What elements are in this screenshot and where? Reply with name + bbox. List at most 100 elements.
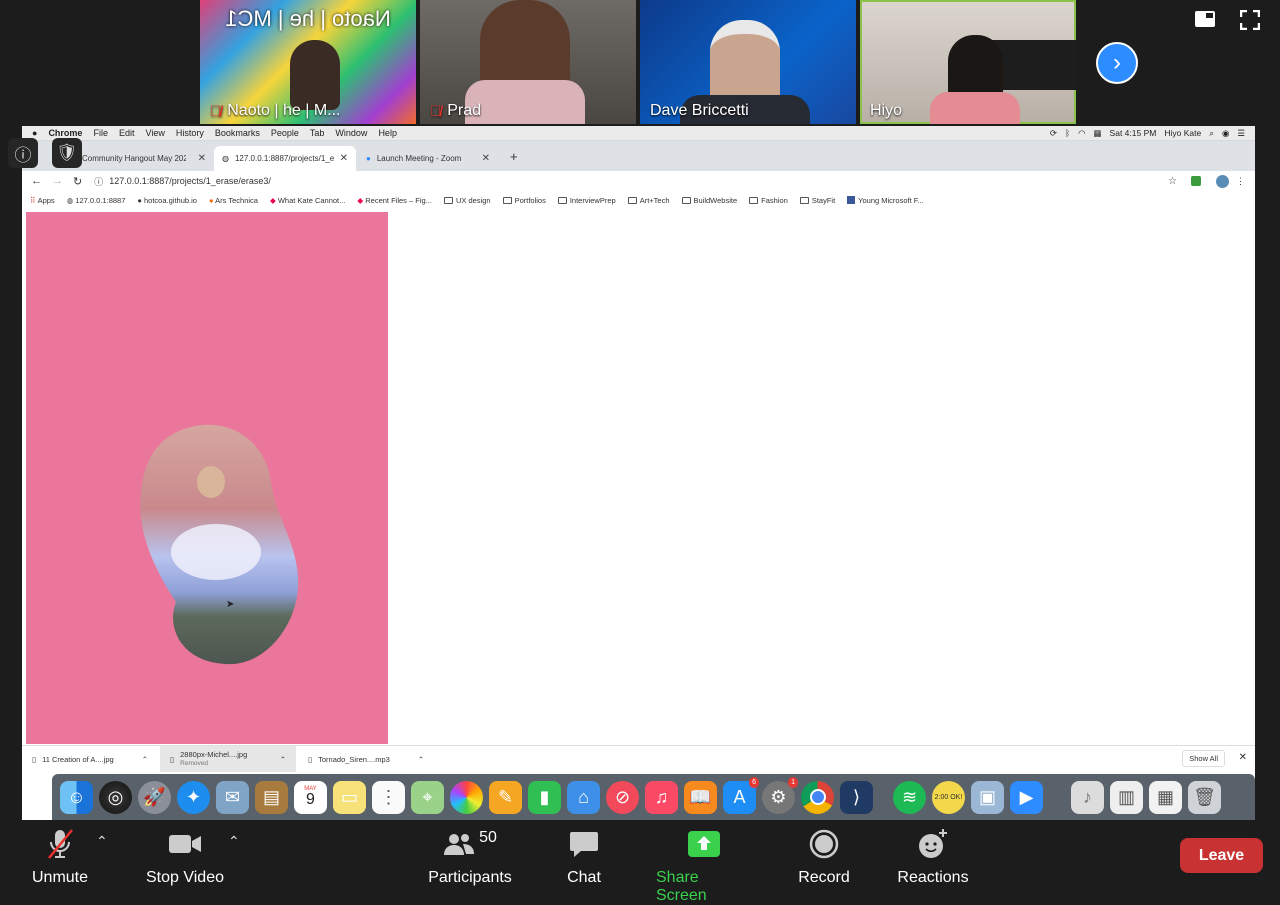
chevron-up-icon[interactable]: ⌃: [418, 755, 424, 764]
bluetooth-icon[interactable]: ᛒ: [1065, 128, 1070, 138]
bookmark-folder-arttech[interactable]: Art+Tech: [627, 196, 670, 205]
calendar-icon[interactable]: MAY 9: [294, 780, 327, 814]
gallery-view-icon[interactable]: [1194, 10, 1218, 32]
flag-icon[interactable]: ▦: [1094, 128, 1102, 139]
music-icon[interactable]: ♫: [645, 780, 678, 814]
menu-tab[interactable]: Tab: [310, 128, 325, 138]
notes-icon[interactable]: ▭: [333, 780, 366, 814]
kebab-menu-icon[interactable]: ⋮: [1236, 176, 1245, 187]
maps-icon[interactable]: ⌖: [411, 780, 444, 814]
participant-tile-prad[interactable]: 🎙̸ Prad: [420, 0, 636, 124]
notification-center-icon[interactable]: ☰: [1237, 128, 1245, 139]
screenshots-stack-icon[interactable]: ▦: [1149, 780, 1182, 814]
chevron-up-icon[interactable]: ⌃: [280, 755, 286, 764]
app-store-icon[interactable]: A6: [723, 776, 759, 814]
back-icon[interactable]: ←: [31, 175, 42, 187]
photos-icon[interactable]: [450, 780, 483, 814]
bookmark-folder-ux[interactable]: UX design: [443, 196, 491, 205]
menu-people[interactable]: People: [271, 128, 299, 138]
url-field[interactable]: 127.0.0.1:8887/projects/1_erase/erase3/: [109, 176, 271, 186]
chrome-icon[interactable]: [801, 780, 834, 814]
zoom-icon[interactable]: ▶: [1010, 780, 1043, 814]
reactions-button[interactable]: Reactions: [897, 827, 969, 887]
bookmark-folder-fashion[interactable]: Fashion: [749, 196, 788, 205]
pages-icon[interactable]: ✎: [489, 780, 522, 814]
browser-tab-active[interactable]: ◍ 127.0.0.1:8887/projects/1_era ✕: [214, 146, 356, 171]
close-tab-icon[interactable]: ✕: [340, 153, 348, 164]
spotify-icon[interactable]: ≋: [893, 780, 926, 814]
bookmark-folder-portfolios[interactable]: Portfolios: [502, 196, 546, 205]
menu-edit[interactable]: Edit: [119, 128, 135, 138]
mail-icon[interactable]: ✉: [216, 780, 249, 814]
meeting-info-icon[interactable]: ⓘ: [8, 138, 38, 168]
menu-file[interactable]: File: [93, 128, 108, 138]
bookmark-folder-buildwebsite[interactable]: BuildWebsite: [681, 196, 737, 205]
share-screen-button[interactable]: Share Screen: [656, 827, 752, 905]
bookmark-localhost[interactable]: ◍ 127.0.0.1:8887: [67, 196, 126, 205]
bookmark-ars[interactable]: ● Ars Technica: [209, 196, 258, 205]
stop-video-button[interactable]: Stop Video: [144, 827, 226, 887]
participant-tile-naoto[interactable]: Naoto | he | MC1 🎙̸ Naoto | he | M...: [200, 0, 416, 124]
menubar-app[interactable]: Chrome: [48, 128, 82, 138]
participant-tile-hiyo[interactable]: Hiyo: [860, 0, 1076, 124]
fullscreen-icon[interactable]: [1239, 9, 1264, 32]
browser-tab[interactable]: ● Launch Meeting - Zoom ✕: [358, 146, 498, 171]
show-all-button[interactable]: Show All: [1182, 750, 1225, 767]
reminders-icon[interactable]: ⋮: [372, 780, 405, 814]
books-icon[interactable]: 📖: [684, 780, 717, 814]
browser-tab[interactable]: Community Hangout May 2020 ✕: [74, 146, 214, 171]
chat-button[interactable]: Chat: [566, 827, 602, 887]
wifi-icon[interactable]: ◠: [1078, 128, 1085, 139]
bookmark-apps[interactable]: ⠿ Apps: [30, 196, 55, 205]
menu-history[interactable]: History: [176, 128, 204, 138]
trash-icon[interactable]: 🗑: [1188, 780, 1221, 814]
sticker-icon[interactable]: 2:00 OK!: [932, 780, 965, 814]
downloads-stack-icon[interactable]: ▥: [1110, 780, 1143, 814]
next-participants-button[interactable]: ›: [1096, 42, 1138, 84]
close-downloads-icon[interactable]: ✕: [1239, 752, 1247, 763]
siri-icon[interactable]: ◉: [1222, 128, 1229, 139]
music-folder-icon[interactable]: ♪: [1071, 780, 1104, 814]
bookmark-facebook[interactable]: Young Microsoft F...: [847, 195, 924, 205]
forward-icon[interactable]: →: [52, 175, 63, 187]
notebook-icon[interactable]: ▤: [255, 780, 288, 814]
close-tab-icon[interactable]: ✕: [482, 153, 490, 164]
new-tab-button[interactable]: +: [510, 149, 518, 164]
system-preferences-icon[interactable]: ⚙ 1: [762, 776, 798, 814]
close-tab-icon[interactable]: ✕: [198, 153, 206, 164]
preview-icon[interactable]: ▣: [971, 780, 1004, 814]
bookmark-folder-interview[interactable]: InterviewPrep: [557, 196, 616, 205]
extension-icon[interactable]: [1191, 176, 1201, 186]
vscode-icon[interactable]: ⟩: [840, 780, 873, 814]
leave-meeting-button[interactable]: Leave: [1180, 838, 1263, 873]
chevron-up-icon[interactable]: ⌃: [142, 755, 148, 764]
bookmark-folder-stayfit[interactable]: StayFit: [799, 196, 835, 205]
bookmark-figma-kate[interactable]: ◆ What Kate Cannot...: [270, 196, 345, 205]
audio-options-chevron-up-icon[interactable]: ⌃: [96, 833, 108, 850]
security-shield-icon[interactable]: 🛡: [52, 138, 82, 168]
menu-window[interactable]: Window: [335, 128, 367, 138]
download-item[interactable]: ▯ Tornado_Siren....mp3 ⌃: [298, 746, 434, 772]
bookmark-hotcoa[interactable]: ● hotcoa.github.io: [137, 196, 197, 205]
safari-icon[interactable]: ✦: [177, 780, 210, 814]
record-button[interactable]: Record: [798, 827, 850, 887]
keynote-icon[interactable]: ⌂: [567, 780, 600, 814]
launchpad-icon[interactable]: 🚀: [138, 780, 171, 814]
unmute-button[interactable]: Unmute: [28, 827, 92, 887]
menubar-clock[interactable]: Sat 4:15 PM: [1110, 128, 1157, 138]
download-item[interactable]: ▯ 11 Creation of A....jpg ⌃: [22, 746, 158, 772]
bookmark-star-icon[interactable]: ☆: [1168, 176, 1177, 187]
finder-icon[interactable]: ☺: [60, 780, 93, 814]
participants-button[interactable]: 50 Participants: [426, 827, 514, 887]
numbers-icon[interactable]: ▮: [528, 780, 561, 814]
profile-avatar[interactable]: [1216, 174, 1229, 188]
reload-icon[interactable]: ↻: [73, 175, 82, 188]
apple-icon[interactable]: ●: [32, 128, 37, 138]
video-options-chevron-up-icon[interactable]: ⌃: [228, 833, 240, 850]
menu-bookmarks[interactable]: Bookmarks: [215, 128, 260, 138]
menubar-user[interactable]: Hiyo Kate: [1164, 128, 1201, 138]
news-icon[interactable]: ⊘: [606, 780, 639, 814]
erase-canvas[interactable]: [26, 212, 388, 744]
sync-icon[interactable]: ⟳: [1050, 128, 1057, 139]
participant-tile-dave[interactable]: Dave Briccetti: [640, 0, 856, 124]
